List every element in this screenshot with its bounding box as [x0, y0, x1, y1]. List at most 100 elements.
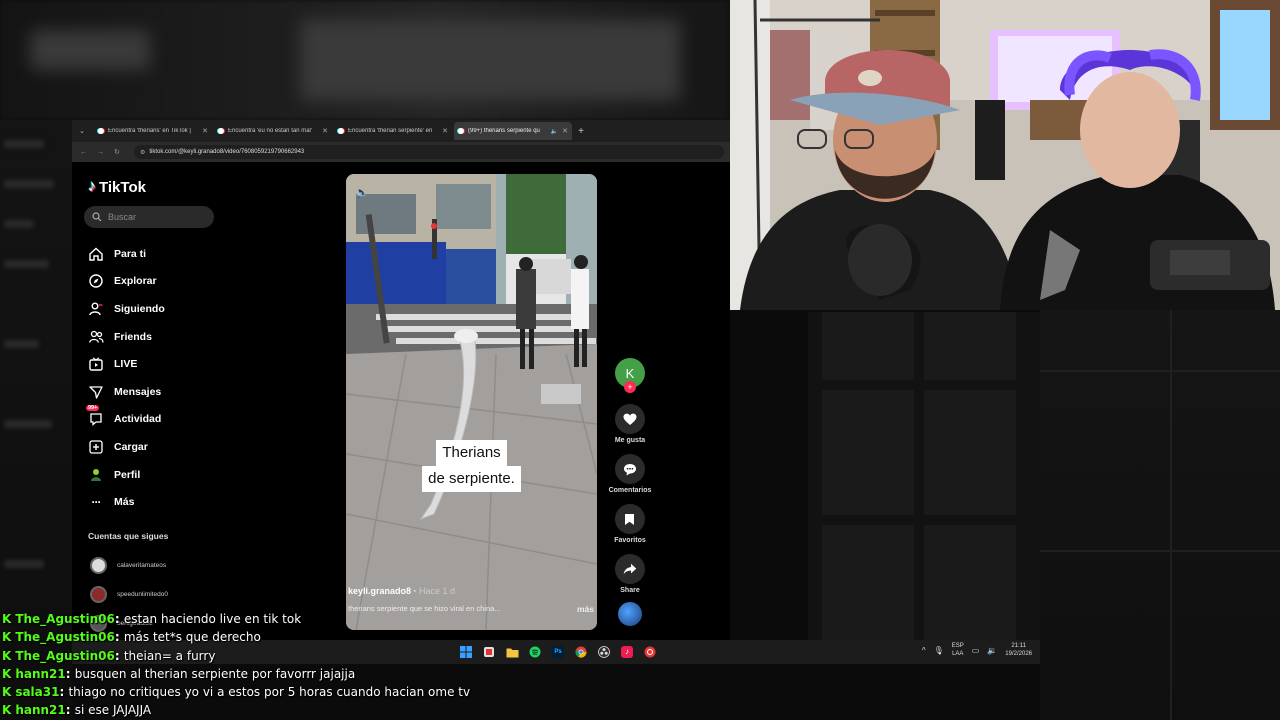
forward-icon[interactable]: →: [97, 149, 104, 156]
app-red-icon[interactable]: [641, 643, 659, 661]
activity-icon: 99+: [86, 405, 104, 427]
kick-icon: K: [2, 703, 12, 718]
sidebar-item-mensajes[interactable]: Mensajes: [88, 378, 165, 406]
comment-icon: [614, 454, 645, 484]
sidebar-item-live[interactable]: LIVE: [88, 350, 165, 378]
site-info-icon[interactable]: ⚙: [140, 149, 145, 156]
following-accounts-title: Cuentas que sigues: [88, 531, 169, 541]
close-icon[interactable]: ✕: [442, 127, 448, 135]
sidebar-item-friends[interactable]: Friends: [88, 323, 165, 351]
chat-overlay: K The_Agustin06: estan haciendo live en t…: [0, 610, 560, 720]
share-button[interactable]: Share: [615, 554, 645, 594]
heart-icon: [615, 404, 645, 434]
browser-tab-active[interactable]: (99+) therians serpiente qu 🔈 ✕: [454, 122, 572, 140]
audio-icon[interactable]: 🔈: [551, 128, 558, 135]
bookmark-icon: [614, 504, 645, 534]
chat-message: Khann21: busquen al therian serpiente po…: [2, 666, 356, 681]
tab-bar: ⌄ Encuentra 'therians' en TikTok | ✕ Encu…: [72, 120, 730, 142]
live-icon: [88, 356, 104, 372]
close-icon[interactable]: ✕: [562, 127, 568, 135]
network-icon[interactable]: ▭: [972, 646, 980, 655]
video-caption: Therians de serpiente.: [346, 440, 597, 492]
microphone-icon[interactable]: 🎙: [934, 646, 944, 655]
browser-tab[interactable]: Encuentra 'therians' en TikTok | ✕: [94, 122, 212, 140]
chevron-up-icon[interactable]: ^: [922, 646, 926, 655]
obs-icon[interactable]: [595, 643, 613, 661]
music-disc-icon[interactable]: [618, 602, 642, 626]
messages-icon: [88, 384, 104, 400]
stream-screen: { "browser": { "tabs": [ {"title": "Encu…: [0, 0, 1280, 720]
browser-tab[interactable]: Encuentra 'therian serpiente' en ✕: [334, 122, 452, 140]
more-link[interactable]: más: [577, 604, 594, 614]
sidebar-item-mas[interactable]: ··· Más: [88, 488, 165, 516]
like-button[interactable]: Me gusta: [615, 404, 645, 444]
sidebar-item-perfil[interactable]: Perfil: [88, 461, 165, 489]
url-field[interactable]: ⚙ tiktok.com/@keyli.granado8/video/76080…: [134, 145, 724, 159]
browser-window: ⌄ Encuentra 'therians' en TikTok | ✕ Encu…: [72, 120, 730, 640]
tiktok-app-icon[interactable]: ♪: [618, 643, 636, 661]
following-account[interactable]: calaveritamateos: [90, 557, 166, 574]
volume-icon[interactable]: 🔉: [987, 646, 997, 655]
kick-icon: K: [2, 612, 12, 626]
tiktok-logo[interactable]: ♪ TikTok: [88, 178, 146, 196]
favorites-button[interactable]: Favoritos: [614, 504, 646, 544]
tiktok-favicon-icon: [338, 128, 344, 134]
avatar: [90, 586, 107, 603]
background-right-panel: [1040, 310, 1280, 720]
friends-icon: [88, 329, 104, 345]
author-avatar[interactable]: K +: [615, 358, 645, 393]
follow-plus-icon[interactable]: +: [624, 381, 636, 393]
close-icon[interactable]: ✕: [202, 127, 208, 135]
sidebar-item-actividad[interactable]: 99+ Actividad: [86, 405, 165, 434]
sidebar-item-para-ti[interactable]: Para ti: [88, 240, 165, 268]
reload-icon[interactable]: ↻: [114, 148, 120, 156]
browser-tab[interactable]: Encuentra 'eu no estan tan mal' ✕: [214, 122, 332, 140]
kick-icon: K: [2, 666, 12, 681]
placeholder-grid: [808, 312, 1040, 640]
notification-badge: 99+: [86, 405, 100, 412]
following-icon: [88, 301, 104, 317]
upload-icon: [88, 439, 104, 455]
share-icon: [615, 554, 645, 584]
volume-icon[interactable]: 🔈: [355, 186, 369, 199]
chat-message: K The_Agustin06: más tet*s que derecho: [2, 630, 261, 645]
tab-search-icon[interactable]: ⌄: [72, 120, 92, 142]
kick-icon: K: [2, 630, 12, 645]
sidebar-nav: Para ti Explorar Siguiendo Friends LIVE …: [86, 240, 165, 516]
sidebar-item-siguiendo[interactable]: Siguiendo: [88, 295, 165, 323]
address-bar-row: ← → ↻ ⚙ tiktok.com/@keyli.granado8/video…: [72, 142, 730, 162]
new-tab-button[interactable]: +: [572, 126, 590, 137]
tiktok-favicon-icon: [98, 128, 104, 134]
profile-icon: [88, 467, 104, 483]
sidebar-item-explorar[interactable]: Explorar: [88, 268, 165, 296]
kick-icon: K: [2, 685, 12, 700]
back-icon[interactable]: ←: [80, 149, 87, 156]
avatar: [90, 557, 107, 574]
close-icon[interactable]: ✕: [322, 127, 328, 135]
sidebar-item-cargar[interactable]: Cargar: [88, 433, 165, 461]
video-author[interactable]: keyli.granado8 · Hace 1 d: [348, 586, 594, 596]
chrome-icon[interactable]: [572, 643, 590, 661]
chat-message: K The_Agustin06: estan haciendo live en t…: [2, 612, 302, 626]
more-icon: ···: [91, 495, 102, 510]
comments-button[interactable]: Comentarios: [609, 454, 651, 494]
video-frame: [346, 174, 597, 630]
language-indicator[interactable]: ESP LAA: [952, 642, 964, 658]
clock[interactable]: 21:11 19/2/2026: [1005, 642, 1032, 658]
search-input[interactable]: Buscar: [84, 206, 214, 228]
background-blur: [0, 0, 730, 120]
webcam-feed: [730, 0, 1280, 310]
tiktok-note-icon: ♪: [88, 178, 96, 195]
compass-icon: [88, 273, 104, 289]
video-player[interactable]: 🔈 Therians de serpiente. keyli.granado8 …: [346, 174, 597, 630]
chat-message: K The_Agustin06: theian= a furry: [2, 648, 216, 663]
chat-message: Khann21: si ese JAJAJJA: [2, 703, 152, 718]
following-account[interactable]: speedunlimitedo0: [90, 586, 168, 603]
search-icon: [92, 212, 102, 222]
tiktok-favicon-icon: [218, 128, 224, 134]
kick-icon: K: [2, 648, 12, 663]
action-rail: K + Me gusta Comentarios Favoritos Share: [602, 358, 658, 626]
tiktok-favicon-icon: [458, 128, 464, 134]
chat-message: Ksala31: thiago no critiques yo vi a est…: [2, 685, 471, 700]
system-tray: ^ 🎙 ESP LAA ▭ 🔉 21:11 19/2/2026: [922, 642, 1032, 658]
